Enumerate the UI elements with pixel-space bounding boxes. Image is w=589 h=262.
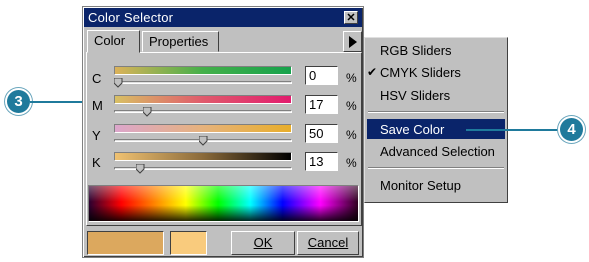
cyan-slider-thumb[interactable] xyxy=(114,78,123,88)
menu-separator xyxy=(368,167,504,169)
window-title: Color Selector xyxy=(88,10,174,25)
cancel-button[interactable]: Cancel xyxy=(297,231,359,255)
close-icon[interactable]: ✕ xyxy=(344,11,358,24)
slider-label-y: Y xyxy=(92,128,101,143)
black-slider-thumb[interactable] xyxy=(135,164,145,174)
menu-item-hsv-sliders[interactable]: HSV Sliders xyxy=(380,88,450,103)
menu-item-monitor-setup[interactable]: Monitor Setup xyxy=(380,178,461,193)
magenta-percent-label: % xyxy=(346,99,357,113)
cyan-value-input[interactable]: 0 xyxy=(305,66,338,85)
ok-button[interactable]: OK xyxy=(231,231,295,255)
play-arrow-icon xyxy=(349,36,357,48)
black-gradient-bar xyxy=(114,152,292,161)
magenta-slider-track[interactable] xyxy=(114,110,292,113)
magenta-value-input[interactable]: 17 xyxy=(305,95,338,114)
menu-item-rgb-sliders[interactable]: RGB Sliders xyxy=(380,43,452,58)
menu-separator xyxy=(368,111,504,113)
black-value-input[interactable]: 13 xyxy=(305,152,338,171)
cancel-button-label: Cancel xyxy=(307,235,349,250)
menu-arrow-button[interactable] xyxy=(343,31,362,52)
yellow-value-input[interactable]: 50 xyxy=(305,124,338,143)
current-color-swatch xyxy=(87,231,164,255)
callout-3: 3 xyxy=(7,90,30,113)
yellow-slider-thumb[interactable] xyxy=(198,136,208,146)
black-percent-label: % xyxy=(346,156,357,170)
yellow-gradient-bar xyxy=(114,124,292,133)
slider-label-c: C xyxy=(92,71,102,86)
ok-button-label: OK xyxy=(253,235,273,250)
menu-item-cmyk-sliders[interactable]: CMYK Sliders xyxy=(380,65,461,80)
yellow-percent-label: % xyxy=(346,128,357,142)
slider-label-k: K xyxy=(92,155,101,170)
cyan-slider-track[interactable] xyxy=(114,81,292,84)
magenta-slider-thumb[interactable] xyxy=(142,107,152,117)
slider-label-m: M xyxy=(92,98,103,113)
callout-4: 4 xyxy=(560,118,583,141)
menu-item-save-color-label: Save Color xyxy=(380,122,445,137)
cyan-percent-label: % xyxy=(346,71,357,85)
check-icon: ✔ xyxy=(367,65,378,79)
cyan-gradient-bar xyxy=(114,66,292,75)
color-spectrum-picker[interactable] xyxy=(88,185,359,222)
tab-color[interactable]: Color xyxy=(87,30,140,53)
title-bar[interactable]: Color Selector ✕ xyxy=(84,8,362,27)
callout-4-leader xyxy=(466,129,560,131)
tab-properties[interactable]: Properties xyxy=(142,31,219,52)
magenta-gradient-bar xyxy=(114,95,292,104)
menu-item-advanced-selection[interactable]: Advanced Selection xyxy=(380,144,495,159)
previous-color-swatch xyxy=(170,231,207,255)
